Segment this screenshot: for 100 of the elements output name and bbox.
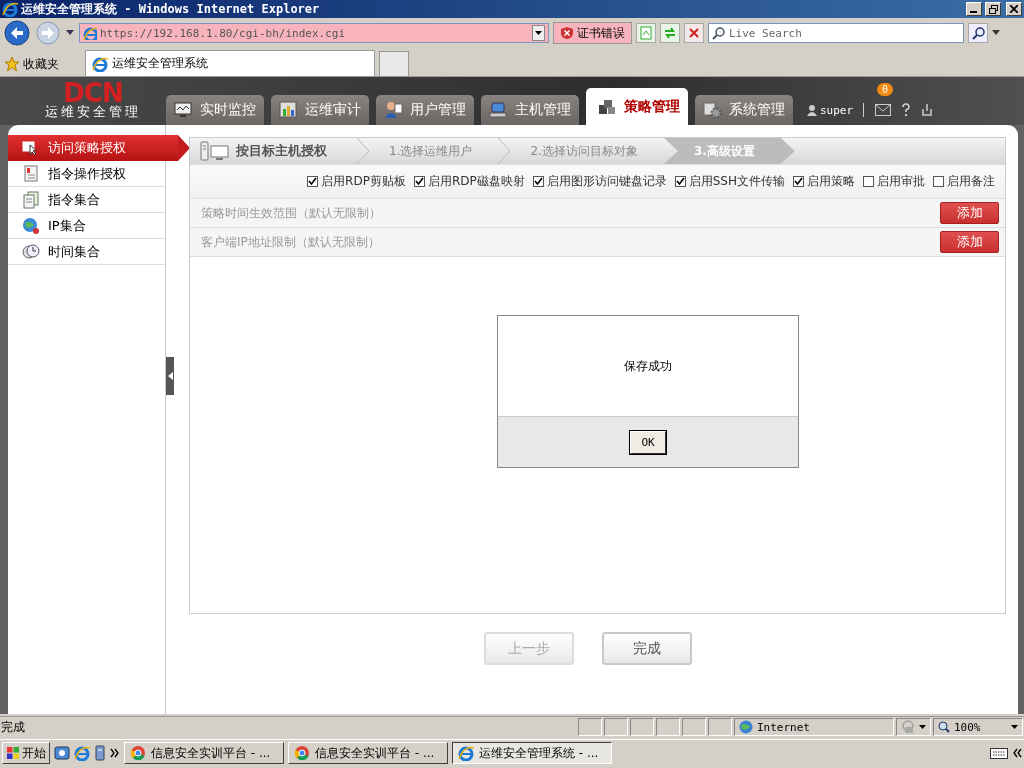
shield-icon xyxy=(560,26,574,40)
minimize-button[interactable] xyxy=(966,2,982,16)
start-button[interactable]: 开始 xyxy=(2,742,50,764)
favorites-button[interactable]: 收藏夹 xyxy=(4,52,59,76)
documents-icon xyxy=(22,190,40,209)
protected-mode-button[interactable] xyxy=(896,718,931,736)
option-checkbox[interactable]: 启用RDP磁盘映射 xyxy=(413,173,525,190)
taskbar-button[interactable]: 信息安全实训平台 - ... xyxy=(288,742,448,764)
caret-icon xyxy=(167,372,173,380)
address-field[interactable]: https://192.168.1.80/cgi-bh/index.cgi xyxy=(79,23,549,43)
rule-label: 客户端IP地址限制（默认无限制） xyxy=(201,233,380,251)
close-icon xyxy=(1010,5,1018,13)
zoom-button[interactable]: 100% xyxy=(933,718,1023,736)
status-segment xyxy=(604,718,628,736)
bar-chart-icon xyxy=(279,101,299,119)
sidebar-item[interactable]: 时间集合 xyxy=(8,239,165,265)
restore-button[interactable] xyxy=(985,2,1001,16)
computer-icon xyxy=(489,101,509,119)
sidebar-item[interactable]: 指令操作授权 xyxy=(8,161,165,187)
wizard-title: 按目标主机授权 xyxy=(236,142,327,160)
sidebar-item[interactable]: 指令集合 xyxy=(8,187,165,213)
zoom-icon xyxy=(938,721,950,733)
status-text: 完成 xyxy=(0,718,26,736)
keyboard-icon[interactable] xyxy=(990,747,1008,759)
close-button[interactable] xyxy=(1006,2,1022,16)
status-segment xyxy=(708,718,732,736)
ie-logo-icon xyxy=(2,1,18,17)
rule-label: 策略时间生效范围（默认无限制） xyxy=(201,204,381,222)
option-checkbox[interactable]: 启用策略 xyxy=(793,173,855,190)
nav-tab[interactable]: 运维审计 xyxy=(271,95,369,125)
chevron-icon[interactable] xyxy=(110,748,120,758)
wizard-button[interactable]: 完成 xyxy=(601,632,692,665)
user-link[interactable]: super xyxy=(807,103,854,117)
dialog-message: 保存成功 xyxy=(623,357,673,375)
ie-logo-icon xyxy=(458,745,474,761)
user-icon xyxy=(807,104,817,116)
dropdown-icon[interactable] xyxy=(65,29,75,37)
sidebar-item[interactable]: IP集合 xyxy=(8,213,165,239)
nav-tab[interactable]: 主机管理 xyxy=(481,95,579,125)
status-segment xyxy=(578,718,602,736)
nav-tab[interactable]: 实时监控 xyxy=(166,95,264,125)
help-icon[interactable] xyxy=(901,103,912,117)
divider-icon xyxy=(863,103,866,117)
globe-icon xyxy=(22,216,40,235)
taskbar-button[interactable]: 信息安全实训平台 - ... xyxy=(124,742,284,764)
ie-logo-icon xyxy=(92,55,108,72)
gear-icon xyxy=(703,101,723,119)
nav-tab[interactable]: 用户管理 xyxy=(376,95,474,125)
status-segment xyxy=(630,718,654,736)
clock-icon xyxy=(22,242,40,261)
chevron-icon[interactable] xyxy=(1012,748,1022,758)
desktop-icon[interactable] xyxy=(54,745,70,761)
stop-icon xyxy=(688,27,700,39)
option-checkbox[interactable]: 启用RDP剪贴板 xyxy=(307,173,406,190)
stop-button[interactable] xyxy=(684,23,704,43)
collapse-handle[interactable] xyxy=(166,357,174,395)
logout-icon[interactable] xyxy=(921,104,934,116)
dropdown-icon xyxy=(919,724,926,730)
monitor-icon xyxy=(174,101,194,119)
add-button[interactable]: 添加 xyxy=(940,202,999,224)
dropdown-icon[interactable] xyxy=(992,30,1000,36)
mail-icon[interactable] xyxy=(875,104,892,116)
option-checkbox[interactable]: 启用图形访问键盘记录 xyxy=(532,173,667,190)
computer-icon xyxy=(200,141,230,161)
nav-tab[interactable]: 系统管理 xyxy=(695,95,793,125)
nav-tab[interactable]: 策略管理 xyxy=(586,88,688,125)
star-icon xyxy=(4,56,20,72)
globe-icon xyxy=(739,720,753,734)
user-icon xyxy=(384,101,404,119)
dropdown-icon xyxy=(1011,724,1018,730)
status-segment xyxy=(682,718,706,736)
blocks-icon xyxy=(598,97,618,116)
refresh-button[interactable] xyxy=(660,23,680,43)
server-icon[interactable] xyxy=(94,745,106,761)
add-button[interactable]: 添加 xyxy=(940,231,999,253)
restore-icon xyxy=(988,4,998,14)
lock-icon xyxy=(901,720,915,734)
browser-icon xyxy=(294,745,310,761)
refresh-icon xyxy=(663,26,677,40)
certificate-error-button[interactable]: 证书错误 xyxy=(553,22,632,44)
back-icon[interactable] xyxy=(3,19,31,47)
dropdown-icon xyxy=(532,25,545,41)
option-checkbox[interactable]: 启用审批 xyxy=(863,173,925,190)
ok-button[interactable]: OK xyxy=(630,430,666,454)
chevron-icon xyxy=(498,138,513,164)
document-icon xyxy=(22,164,40,183)
ie-logo-icon xyxy=(83,26,97,40)
mail-count-badge: 0 xyxy=(877,83,894,96)
search-icon xyxy=(971,26,985,40)
chevron-icon xyxy=(357,138,371,164)
status-segment xyxy=(656,718,680,736)
search-field[interactable]: Live Search xyxy=(708,23,964,43)
window-title: 运维安全管理系统 - Windows Internet Explorer xyxy=(21,0,321,18)
search-icon xyxy=(712,27,725,40)
option-checkbox[interactable]: 启用备注 xyxy=(933,173,995,190)
taskbar-button[interactable]: 运维安全管理系统 - ... xyxy=(452,742,612,764)
windows-logo-icon xyxy=(6,746,20,760)
browser-tab[interactable]: 运维安全管理系统 xyxy=(85,50,375,76)
option-checkbox[interactable]: 启用SSH文件传输 xyxy=(674,173,785,190)
search-button[interactable] xyxy=(968,23,988,43)
